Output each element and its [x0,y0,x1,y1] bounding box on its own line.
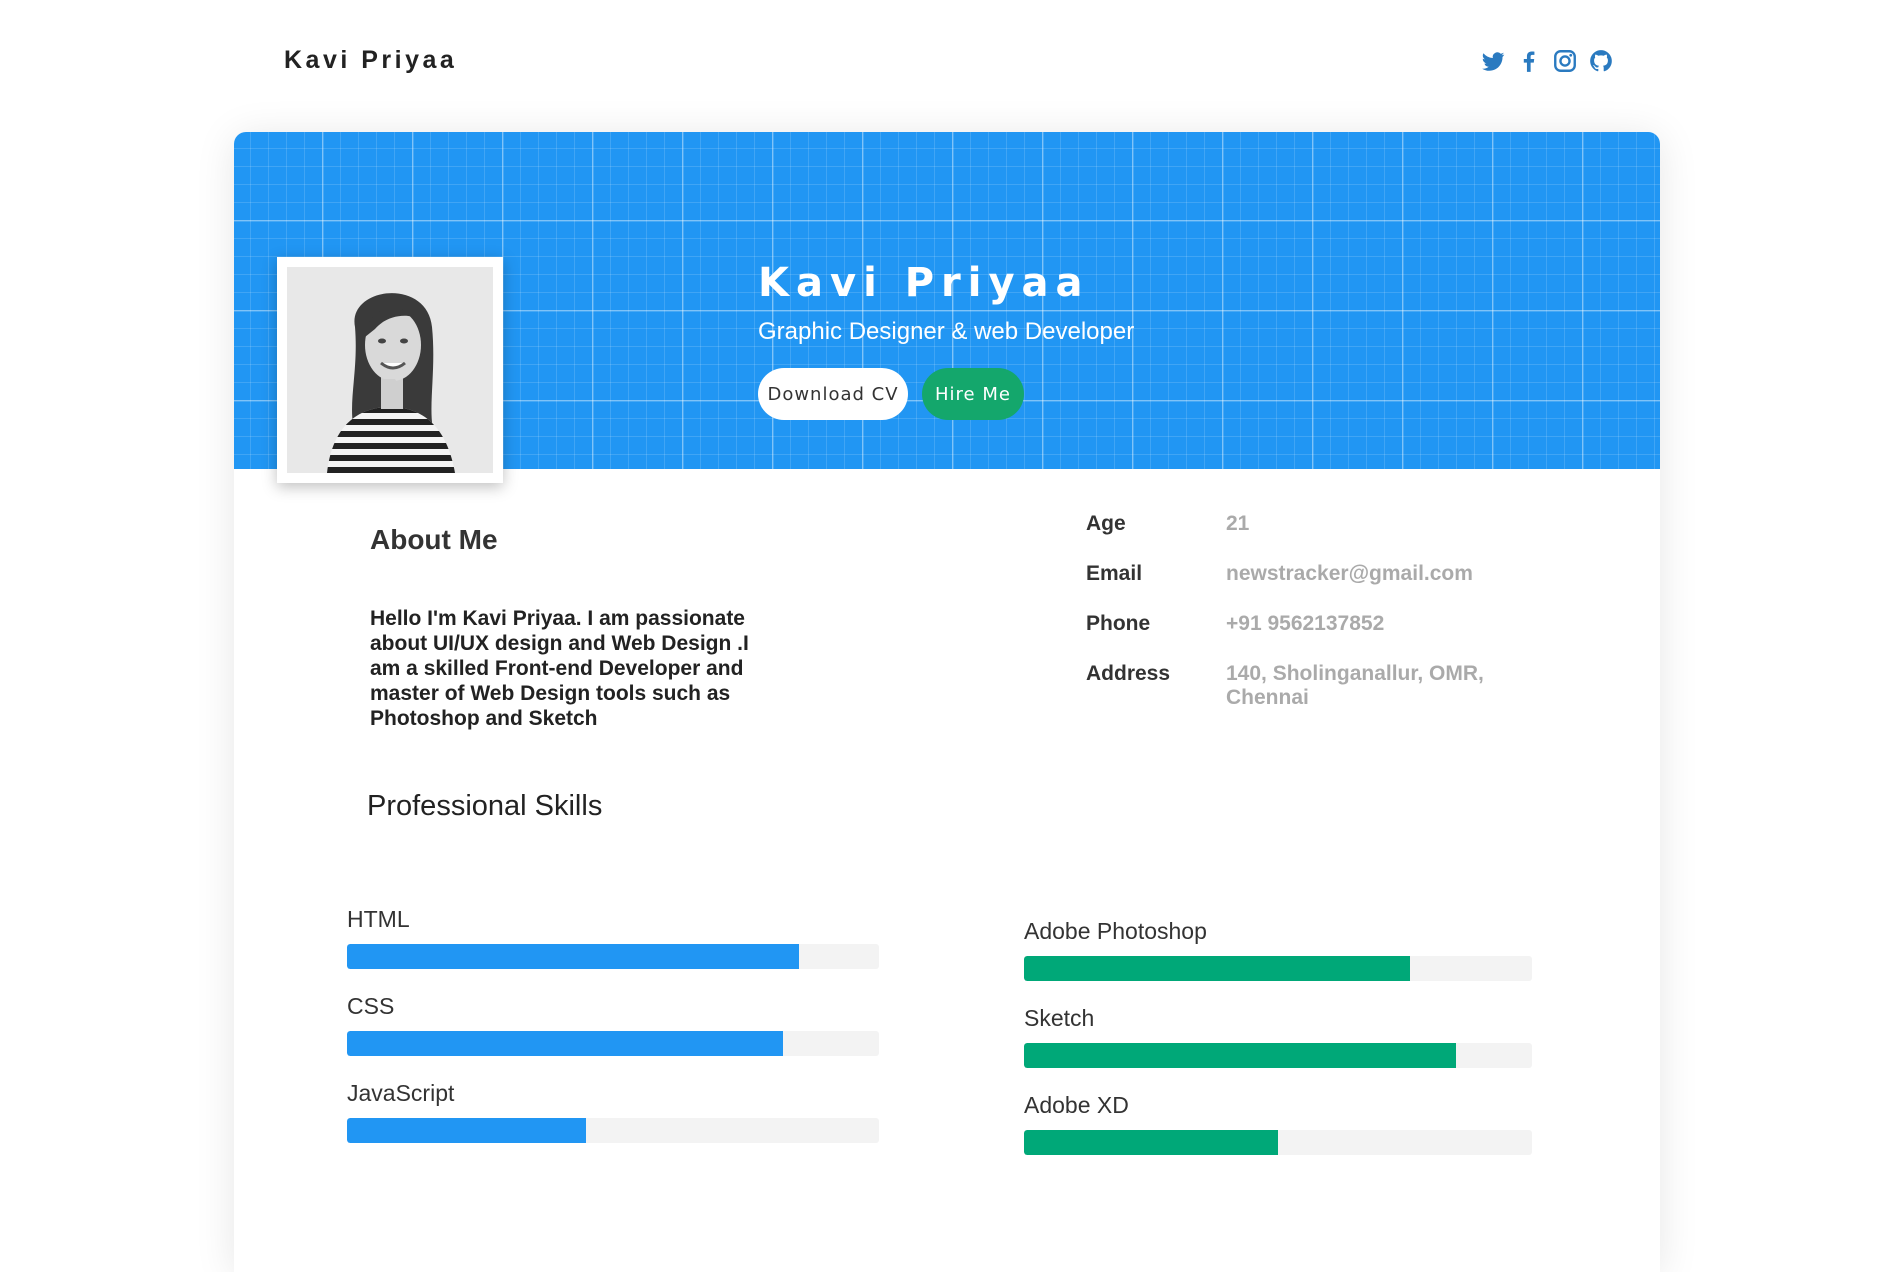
profile-card: Kavi Priyaa Graphic Designer & web Devel… [234,132,1660,1272]
instagram-icon[interactable] [1552,48,1578,76]
skill-bar-track [347,1031,879,1056]
profile-photo [287,267,493,473]
skills-column-right: Adobe Photoshop Sketch Adobe XD [1024,918,1532,1179]
info-key: Address [1086,662,1171,685]
skill-label: JavaScript [347,1080,455,1106]
twitter-icon[interactable] [1480,48,1506,76]
info-key: Age [1086,512,1126,535]
hire-me-button[interactable]: Hire Me [922,368,1024,420]
skills-column-left: HTML CSS JavaScript [347,906,879,1167]
skill-sketch: Sketch [1024,1005,1532,1092]
about-title: About Me [370,524,498,555]
skill-bar-fill [1024,1043,1456,1068]
download-cv-button[interactable]: Download CV [758,368,908,420]
info-value: +91 9562137852 [1226,612,1385,635]
skill-css: CSS [347,993,879,1080]
info-value: 140, Sholinganallur, OMR, Chennai [1226,662,1484,709]
skill-bar-fill [1024,1130,1278,1155]
skill-photoshop: Adobe Photoshop [1024,918,1532,1005]
skill-bar-track [1024,1043,1532,1068]
social-links [1480,48,1614,76]
brand-logo[interactable]: Kavi Priyaa [284,46,457,75]
hero-name: Kavi Priyaa [758,260,1090,306]
info-value: 21 [1226,512,1250,535]
hero-subtitle: Graphic Designer & web Developer [758,318,1135,345]
skill-bar-fill [347,1118,587,1143]
skill-bar-fill [347,1031,784,1056]
skill-label: Sketch [1024,1005,1095,1031]
github-icon[interactable] [1588,48,1614,76]
skill-label: CSS [347,993,395,1019]
skill-bar-track [1024,956,1532,981]
about-text: Hello I'm Kavi Priyaa. I am passionate a… [370,607,749,730]
facebook-icon[interactable] [1516,48,1542,76]
skill-label: Adobe Photoshop [1024,918,1207,944]
info-key: Email [1086,562,1143,585]
top-navbar: Kavi Priyaa [0,0,1898,125]
skill-javascript: JavaScript [347,1080,879,1167]
skill-bar-fill [1024,956,1411,981]
skill-label: HTML [347,906,410,932]
info-key: Phone [1086,612,1151,635]
skill-label: Adobe XD [1024,1092,1129,1118]
skill-bar-fill [347,944,800,969]
info-value: newstracker@gmail.com [1226,562,1473,585]
skills-title: Professional Skills [367,790,603,822]
skill-bar-track [347,944,879,969]
skill-bar-track [1024,1130,1532,1155]
skill-html: HTML [347,906,879,993]
skill-adobe-xd: Adobe XD [1024,1092,1532,1179]
skill-bar-track [347,1118,879,1143]
profile-photo-frame [277,257,503,483]
